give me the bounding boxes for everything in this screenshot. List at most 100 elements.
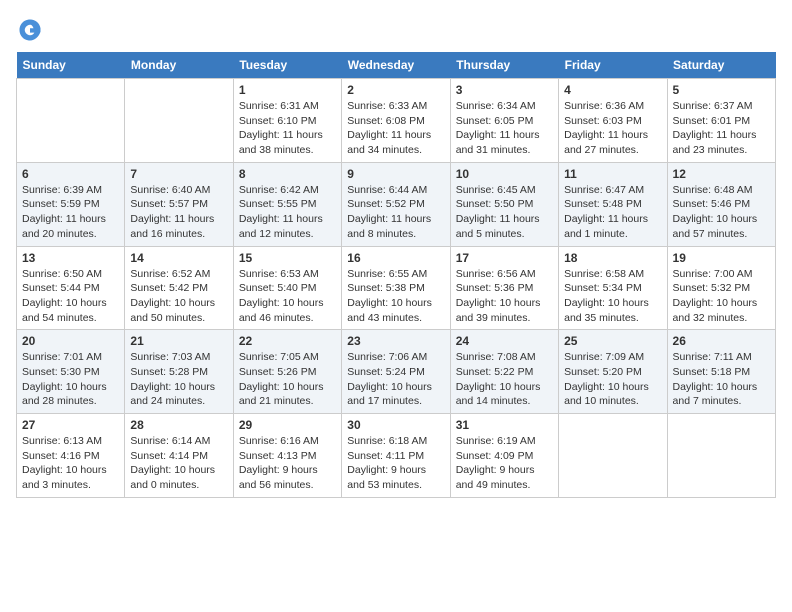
calendar-cell: 6 Sunrise: 6:39 AMSunset: 5:59 PMDaylight… — [17, 162, 125, 246]
day-number: 12 — [673, 167, 770, 181]
calendar-cell: 8Sunrise: 6:42 AMSunset: 5:55 PMDaylight… — [233, 162, 341, 246]
calendar-cell — [559, 414, 667, 498]
calendar-header-row: SundayMondayTuesdayWednesdayThursdayFrid… — [17, 52, 776, 79]
calendar-cell: 21Sunrise: 7:03 AMSunset: 5:28 PMDayligh… — [125, 330, 233, 414]
day-number: 20 — [22, 334, 119, 348]
calendar-cell: 19 Sunrise: 7:00 AMSunset: 5:32 PMDayligh… — [667, 246, 775, 330]
day-info: Sunrise: 7:09 AMSunset: 5:20 PMDaylight:… — [564, 350, 661, 409]
calendar-cell: 12 Sunrise: 6:48 AMSunset: 5:46 PMDayligh… — [667, 162, 775, 246]
day-info: Sunrise: 7:00 AMSunset: 5:32 PMDaylight:… — [673, 267, 770, 326]
calendar-cell: 20Sunrise: 7:01 AMSunset: 5:30 PMDayligh… — [17, 330, 125, 414]
calendar-cell — [667, 414, 775, 498]
calendar-cell: 22 Sunrise: 7:05 AMSunset: 5:26 PMDayligh… — [233, 330, 341, 414]
day-number: 1 — [239, 83, 336, 97]
day-number: 7 — [130, 167, 227, 181]
day-info: Sunrise: 6:34 AMSunset: 6:05 PMDaylight:… — [456, 99, 553, 158]
day-info: Sunrise: 6:47 AMSunset: 5:48 PMDaylight:… — [564, 183, 661, 242]
calendar-table: SundayMondayTuesdayWednesdayThursdayFrid… — [16, 52, 776, 498]
day-number: 23 — [347, 334, 444, 348]
calendar-cell: 27 Sunrise: 6:13 AMSunset: 4:16 PMDayligh… — [17, 414, 125, 498]
logo-icon — [16, 16, 44, 44]
calendar-cell — [17, 79, 125, 163]
calendar-cell: 7 Sunrise: 6:40 AMSunset: 5:57 PMDaylight… — [125, 162, 233, 246]
day-number: 2 — [347, 83, 444, 97]
calendar-cell: 3 Sunrise: 6:34 AMSunset: 6:05 PMDaylight… — [450, 79, 558, 163]
day-number: 5 — [673, 83, 770, 97]
header-wednesday: Wednesday — [342, 52, 450, 79]
calendar-cell: 15Sunrise: 6:53 AMSunset: 5:40 PMDayligh… — [233, 246, 341, 330]
day-number: 14 — [130, 251, 227, 265]
day-info: Sunrise: 6:31 AMSunset: 6:10 PMDaylight:… — [239, 99, 336, 158]
calendar-cell: 30 Sunrise: 6:18 AMSunset: 4:11 PMDayligh… — [342, 414, 450, 498]
header-monday: Monday — [125, 52, 233, 79]
day-number: 4 — [564, 83, 661, 97]
day-info: Sunrise: 6:37 AMSunset: 6:01 PMDaylight:… — [673, 99, 770, 158]
day-info: Sunrise: 6:55 AMSunset: 5:38 PMDaylight:… — [347, 267, 444, 326]
calendar-cell: 17Sunrise: 6:56 AMSunset: 5:36 PMDayligh… — [450, 246, 558, 330]
calendar-week-3: 13 Sunrise: 6:50 AMSunset: 5:44 PMDayligh… — [17, 246, 776, 330]
calendar-cell: 26 Sunrise: 7:11 AMSunset: 5:18 PMDayligh… — [667, 330, 775, 414]
calendar-cell: 23 Sunrise: 7:06 AMSunset: 5:24 PMDayligh… — [342, 330, 450, 414]
day-number: 10 — [456, 167, 553, 181]
calendar-cell: 24 Sunrise: 7:08 AMSunset: 5:22 PMDayligh… — [450, 330, 558, 414]
day-info: Sunrise: 6:44 AMSunset: 5:52 PMDaylight:… — [347, 183, 444, 242]
day-info: Sunrise: 6:16 AMSunset: 4:13 PMDaylight:… — [239, 434, 336, 493]
calendar-cell: 14 Sunrise: 6:52 AMSunset: 5:42 PMDayligh… — [125, 246, 233, 330]
calendar-cell: 29 Sunrise: 6:16 AMSunset: 4:13 PMDayligh… — [233, 414, 341, 498]
calendar-cell: 1 Sunrise: 6:31 AMSunset: 6:10 PMDaylight… — [233, 79, 341, 163]
header-sunday: Sunday — [17, 52, 125, 79]
day-number: 26 — [673, 334, 770, 348]
header-tuesday: Tuesday — [233, 52, 341, 79]
day-info: Sunrise: 6:13 AMSunset: 4:16 PMDaylight:… — [22, 434, 119, 493]
day-number: 11 — [564, 167, 661, 181]
day-number: 8 — [239, 167, 336, 181]
day-info: Sunrise: 6:33 AMSunset: 6:08 PMDaylight:… — [347, 99, 444, 158]
day-number: 21 — [130, 334, 227, 348]
day-info: Sunrise: 6:45 AMSunset: 5:50 PMDaylight:… — [456, 183, 553, 242]
day-info: Sunrise: 6:56 AMSunset: 5:36 PMDaylight:… — [456, 267, 553, 326]
day-info: Sunrise: 6:48 AMSunset: 5:46 PMDaylight:… — [673, 183, 770, 242]
day-number: 3 — [456, 83, 553, 97]
day-number: 22 — [239, 334, 336, 348]
day-info: Sunrise: 6:39 AMSunset: 5:59 PMDaylight:… — [22, 183, 119, 242]
day-number: 28 — [130, 418, 227, 432]
calendar-cell: 4 Sunrise: 6:36 AMSunset: 6:03 PMDaylight… — [559, 79, 667, 163]
day-number: 30 — [347, 418, 444, 432]
calendar-cell: 18 Sunrise: 6:58 AMSunset: 5:34 PMDayligh… — [559, 246, 667, 330]
day-number: 27 — [22, 418, 119, 432]
day-info: Sunrise: 6:50 AMSunset: 5:44 PMDaylight:… — [22, 267, 119, 326]
day-info: Sunrise: 6:53 AMSunset: 5:40 PMDaylight:… — [239, 267, 336, 326]
calendar-week-5: 27 Sunrise: 6:13 AMSunset: 4:16 PMDayligh… — [17, 414, 776, 498]
calendar-week-2: 6 Sunrise: 6:39 AMSunset: 5:59 PMDaylight… — [17, 162, 776, 246]
calendar-cell: 25Sunrise: 7:09 AMSunset: 5:20 PMDayligh… — [559, 330, 667, 414]
day-info: Sunrise: 7:11 AMSunset: 5:18 PMDaylight:… — [673, 350, 770, 409]
day-info: Sunrise: 6:52 AMSunset: 5:42 PMDaylight:… — [130, 267, 227, 326]
day-info: Sunrise: 6:40 AMSunset: 5:57 PMDaylight:… — [130, 183, 227, 242]
day-number: 24 — [456, 334, 553, 348]
day-number: 9 — [347, 167, 444, 181]
day-number: 16 — [347, 251, 444, 265]
day-info: Sunrise: 7:06 AMSunset: 5:24 PMDaylight:… — [347, 350, 444, 409]
day-number: 6 — [22, 167, 119, 181]
page-header — [16, 16, 776, 44]
day-number: 18 — [564, 251, 661, 265]
day-number: 19 — [673, 251, 770, 265]
day-number: 29 — [239, 418, 336, 432]
calendar-cell: 9 Sunrise: 6:44 AMSunset: 5:52 PMDaylight… — [342, 162, 450, 246]
day-number: 31 — [456, 418, 553, 432]
day-info: Sunrise: 6:19 AMSunset: 4:09 PMDaylight:… — [456, 434, 553, 493]
day-info: Sunrise: 6:18 AMSunset: 4:11 PMDaylight:… — [347, 434, 444, 493]
logo — [16, 16, 46, 44]
header-saturday: Saturday — [667, 52, 775, 79]
calendar-cell: 16 Sunrise: 6:55 AMSunset: 5:38 PMDayligh… — [342, 246, 450, 330]
calendar-cell — [125, 79, 233, 163]
calendar-cell: 28Sunrise: 6:14 AMSunset: 4:14 PMDayligh… — [125, 414, 233, 498]
day-info: Sunrise: 7:08 AMSunset: 5:22 PMDaylight:… — [456, 350, 553, 409]
day-info: Sunrise: 6:58 AMSunset: 5:34 PMDaylight:… — [564, 267, 661, 326]
header-thursday: Thursday — [450, 52, 558, 79]
day-number: 13 — [22, 251, 119, 265]
calendar-cell: 13 Sunrise: 6:50 AMSunset: 5:44 PMDayligh… — [17, 246, 125, 330]
calendar-cell: 5 Sunrise: 6:37 AMSunset: 6:01 PMDaylight… — [667, 79, 775, 163]
day-info: Sunrise: 6:36 AMSunset: 6:03 PMDaylight:… — [564, 99, 661, 158]
day-info: Sunrise: 7:05 AMSunset: 5:26 PMDaylight:… — [239, 350, 336, 409]
